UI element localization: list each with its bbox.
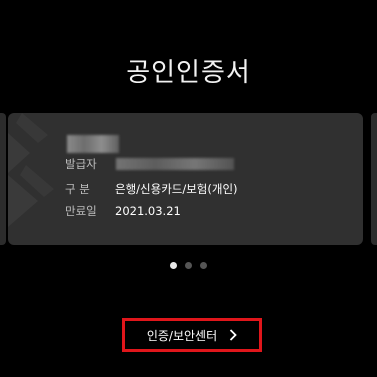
- expiry-row: 만료일 2021.03.21: [65, 203, 181, 219]
- certificate-card[interactable]: 발급자 구 분 은행/신용카드/보험(개인) 만료일 2021.03.21: [8, 113, 363, 245]
- issuer-row: 발급자: [65, 156, 115, 172]
- issuer-label: 발급자: [65, 157, 97, 171]
- card-pattern-icon: [8, 113, 54, 227]
- pager-dot[interactable]: [170, 262, 177, 269]
- type-label: 구 분: [65, 182, 90, 196]
- previous-certificate-card[interactable]: [0, 113, 6, 245]
- type-value: 은행/신용카드/보험(개인): [115, 182, 238, 196]
- type-row: 구 분 은행/신용카드/보험(개인): [65, 181, 238, 197]
- pager-dot[interactable]: [185, 262, 192, 269]
- expiry-label: 만료일: [65, 204, 97, 218]
- pager-dot[interactable]: [200, 262, 207, 269]
- next-certificate-card[interactable]: [371, 113, 377, 245]
- issuer-value-masked: [116, 158, 234, 170]
- holder-name-masked: [67, 135, 119, 153]
- chevron-right-icon: [230, 329, 237, 341]
- security-center-label: 인증/보안센터: [146, 328, 218, 343]
- expiry-value: 2021.03.21: [115, 204, 181, 218]
- page-title: 공인인증서: [126, 58, 251, 88]
- security-center-button[interactable]: 인증/보안센터: [122, 318, 262, 352]
- pager-dots: [0, 262, 377, 269]
